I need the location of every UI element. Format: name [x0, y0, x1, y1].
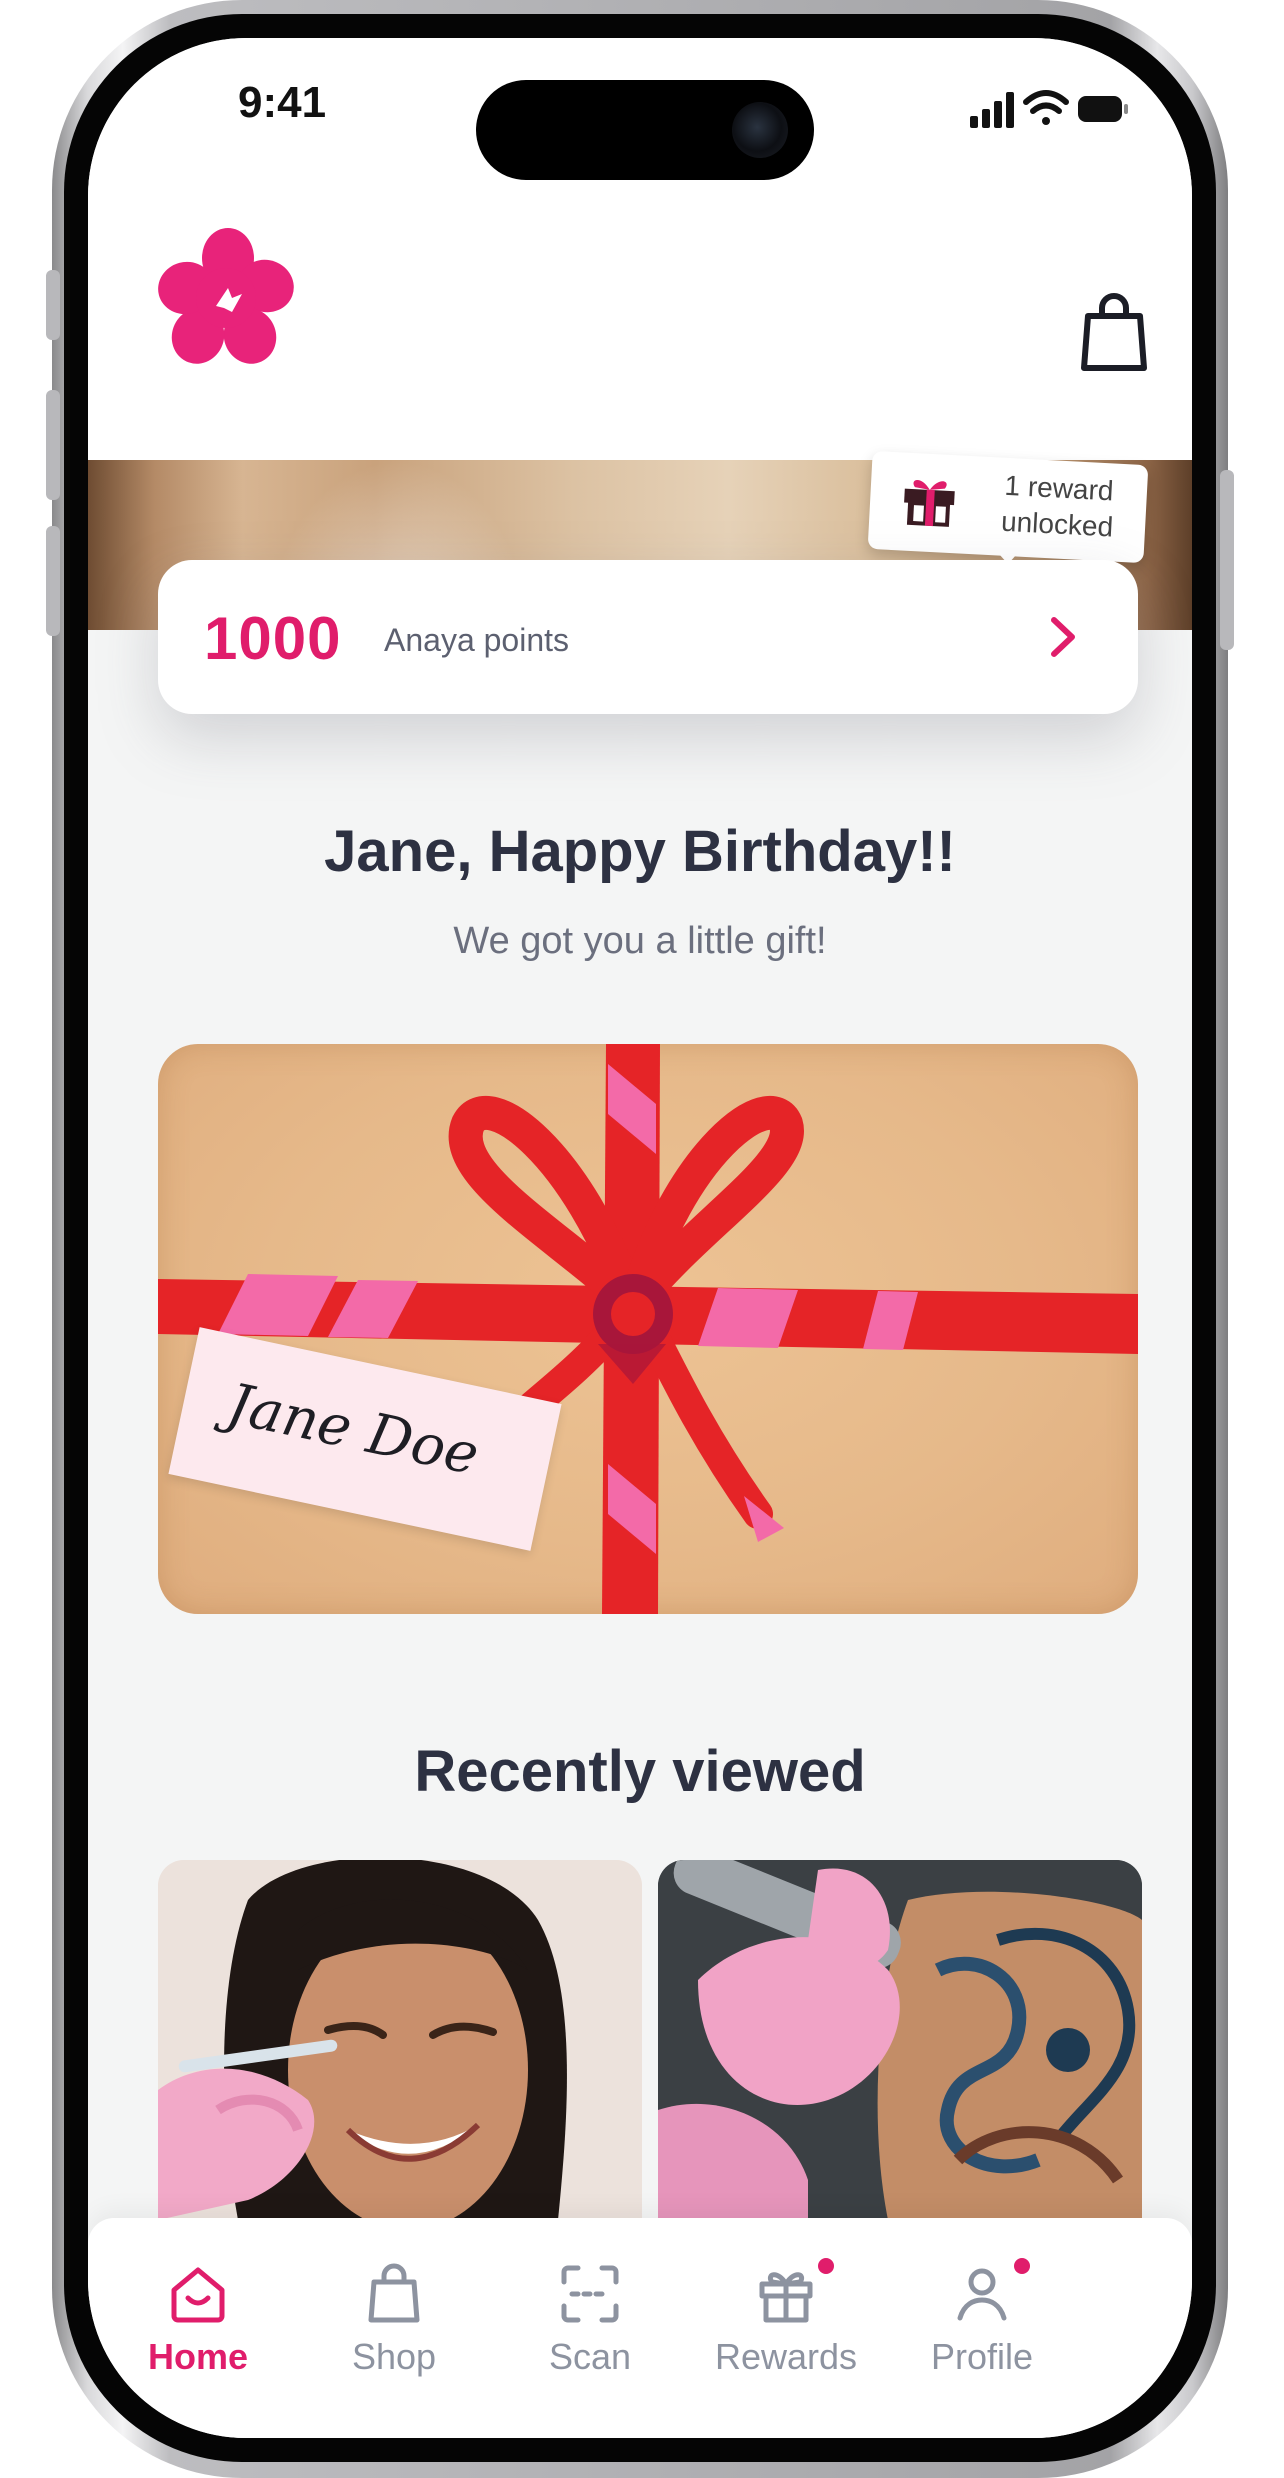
app-header — [88, 188, 1192, 460]
rewards-notification-dot — [818, 2258, 834, 2274]
recently-viewed-item-2[interactable] — [658, 1860, 1142, 2220]
home-icon — [171, 2267, 225, 2323]
nav-item-home[interactable]: Home — [98, 2262, 298, 2412]
nav-item-profile[interactable]: Profile — [882, 2258, 1082, 2412]
nav-label-profile: Profile — [930, 2336, 1034, 2377]
shopping-bag-icon[interactable] — [1078, 292, 1150, 372]
wifi-icon — [1023, 90, 1069, 125]
recently-viewed-title: Recently viewed — [414, 1739, 866, 1804]
dynamic-island — [476, 80, 814, 180]
front-camera — [732, 102, 788, 158]
tattoo-removal-photo — [658, 1860, 1142, 2220]
volume-down-button — [46, 526, 60, 636]
nav-label-home: Home — [147, 2336, 249, 2377]
cellular-signal-icon — [970, 92, 1014, 128]
profile-notification-dot — [1014, 2258, 1030, 2274]
power-button — [1220, 470, 1234, 650]
chevron-right-icon[interactable] — [1042, 612, 1082, 662]
recently-viewed-item-1[interactable] — [158, 1860, 642, 2220]
birthday-greeting: Jane, Happy Birthday!! — [324, 819, 956, 884]
app-screen: 9:41 1 reward unlocked 1000 Anaya points… — [88, 38, 1192, 2438]
points-card[interactable]: 1000 Anaya points — [158, 560, 1138, 714]
gift-icon — [759, 2272, 813, 2323]
ribbon-illustration — [158, 1044, 1138, 1614]
bottom-navigation: Home Shop Scan Rewards Profile — [88, 2218, 1192, 2438]
birthday-subtitle: We got you a little gift! — [453, 920, 827, 962]
shopping-bag-icon — [368, 2263, 420, 2323]
status-bar: 9:41 — [88, 38, 1192, 188]
injection-treatment-photo — [158, 1860, 642, 2220]
nav-item-shop[interactable]: Shop — [294, 2262, 494, 2412]
gift-box-icon — [904, 479, 955, 527]
gift-name-text: Jane Doe — [221, 1371, 485, 1489]
nav-label-shop: Shop — [351, 2336, 437, 2377]
action-button — [46, 270, 60, 340]
volume-up-button — [46, 390, 60, 500]
status-time: 9:41 — [238, 78, 327, 127]
reward-unlocked-text: 1 reward unlocked — [1000, 469, 1115, 543]
nav-label-rewards: Rewards — [714, 2336, 858, 2377]
flower-logo-icon[interactable] — [158, 228, 298, 368]
birthday-gift-card[interactable]: Jane Doe — [158, 1044, 1138, 1614]
nav-item-scan[interactable]: Scan — [490, 2262, 690, 2412]
battery-icon — [1078, 96, 1128, 122]
scan-icon — [561, 2265, 619, 2323]
nav-label-scan: Scan — [548, 2336, 632, 2377]
profile-icon — [957, 2268, 1007, 2321]
points-value: 1000 — [204, 605, 342, 672]
points-label: Anaya points — [384, 622, 570, 658]
nav-item-rewards[interactable]: Rewards — [686, 2258, 886, 2412]
